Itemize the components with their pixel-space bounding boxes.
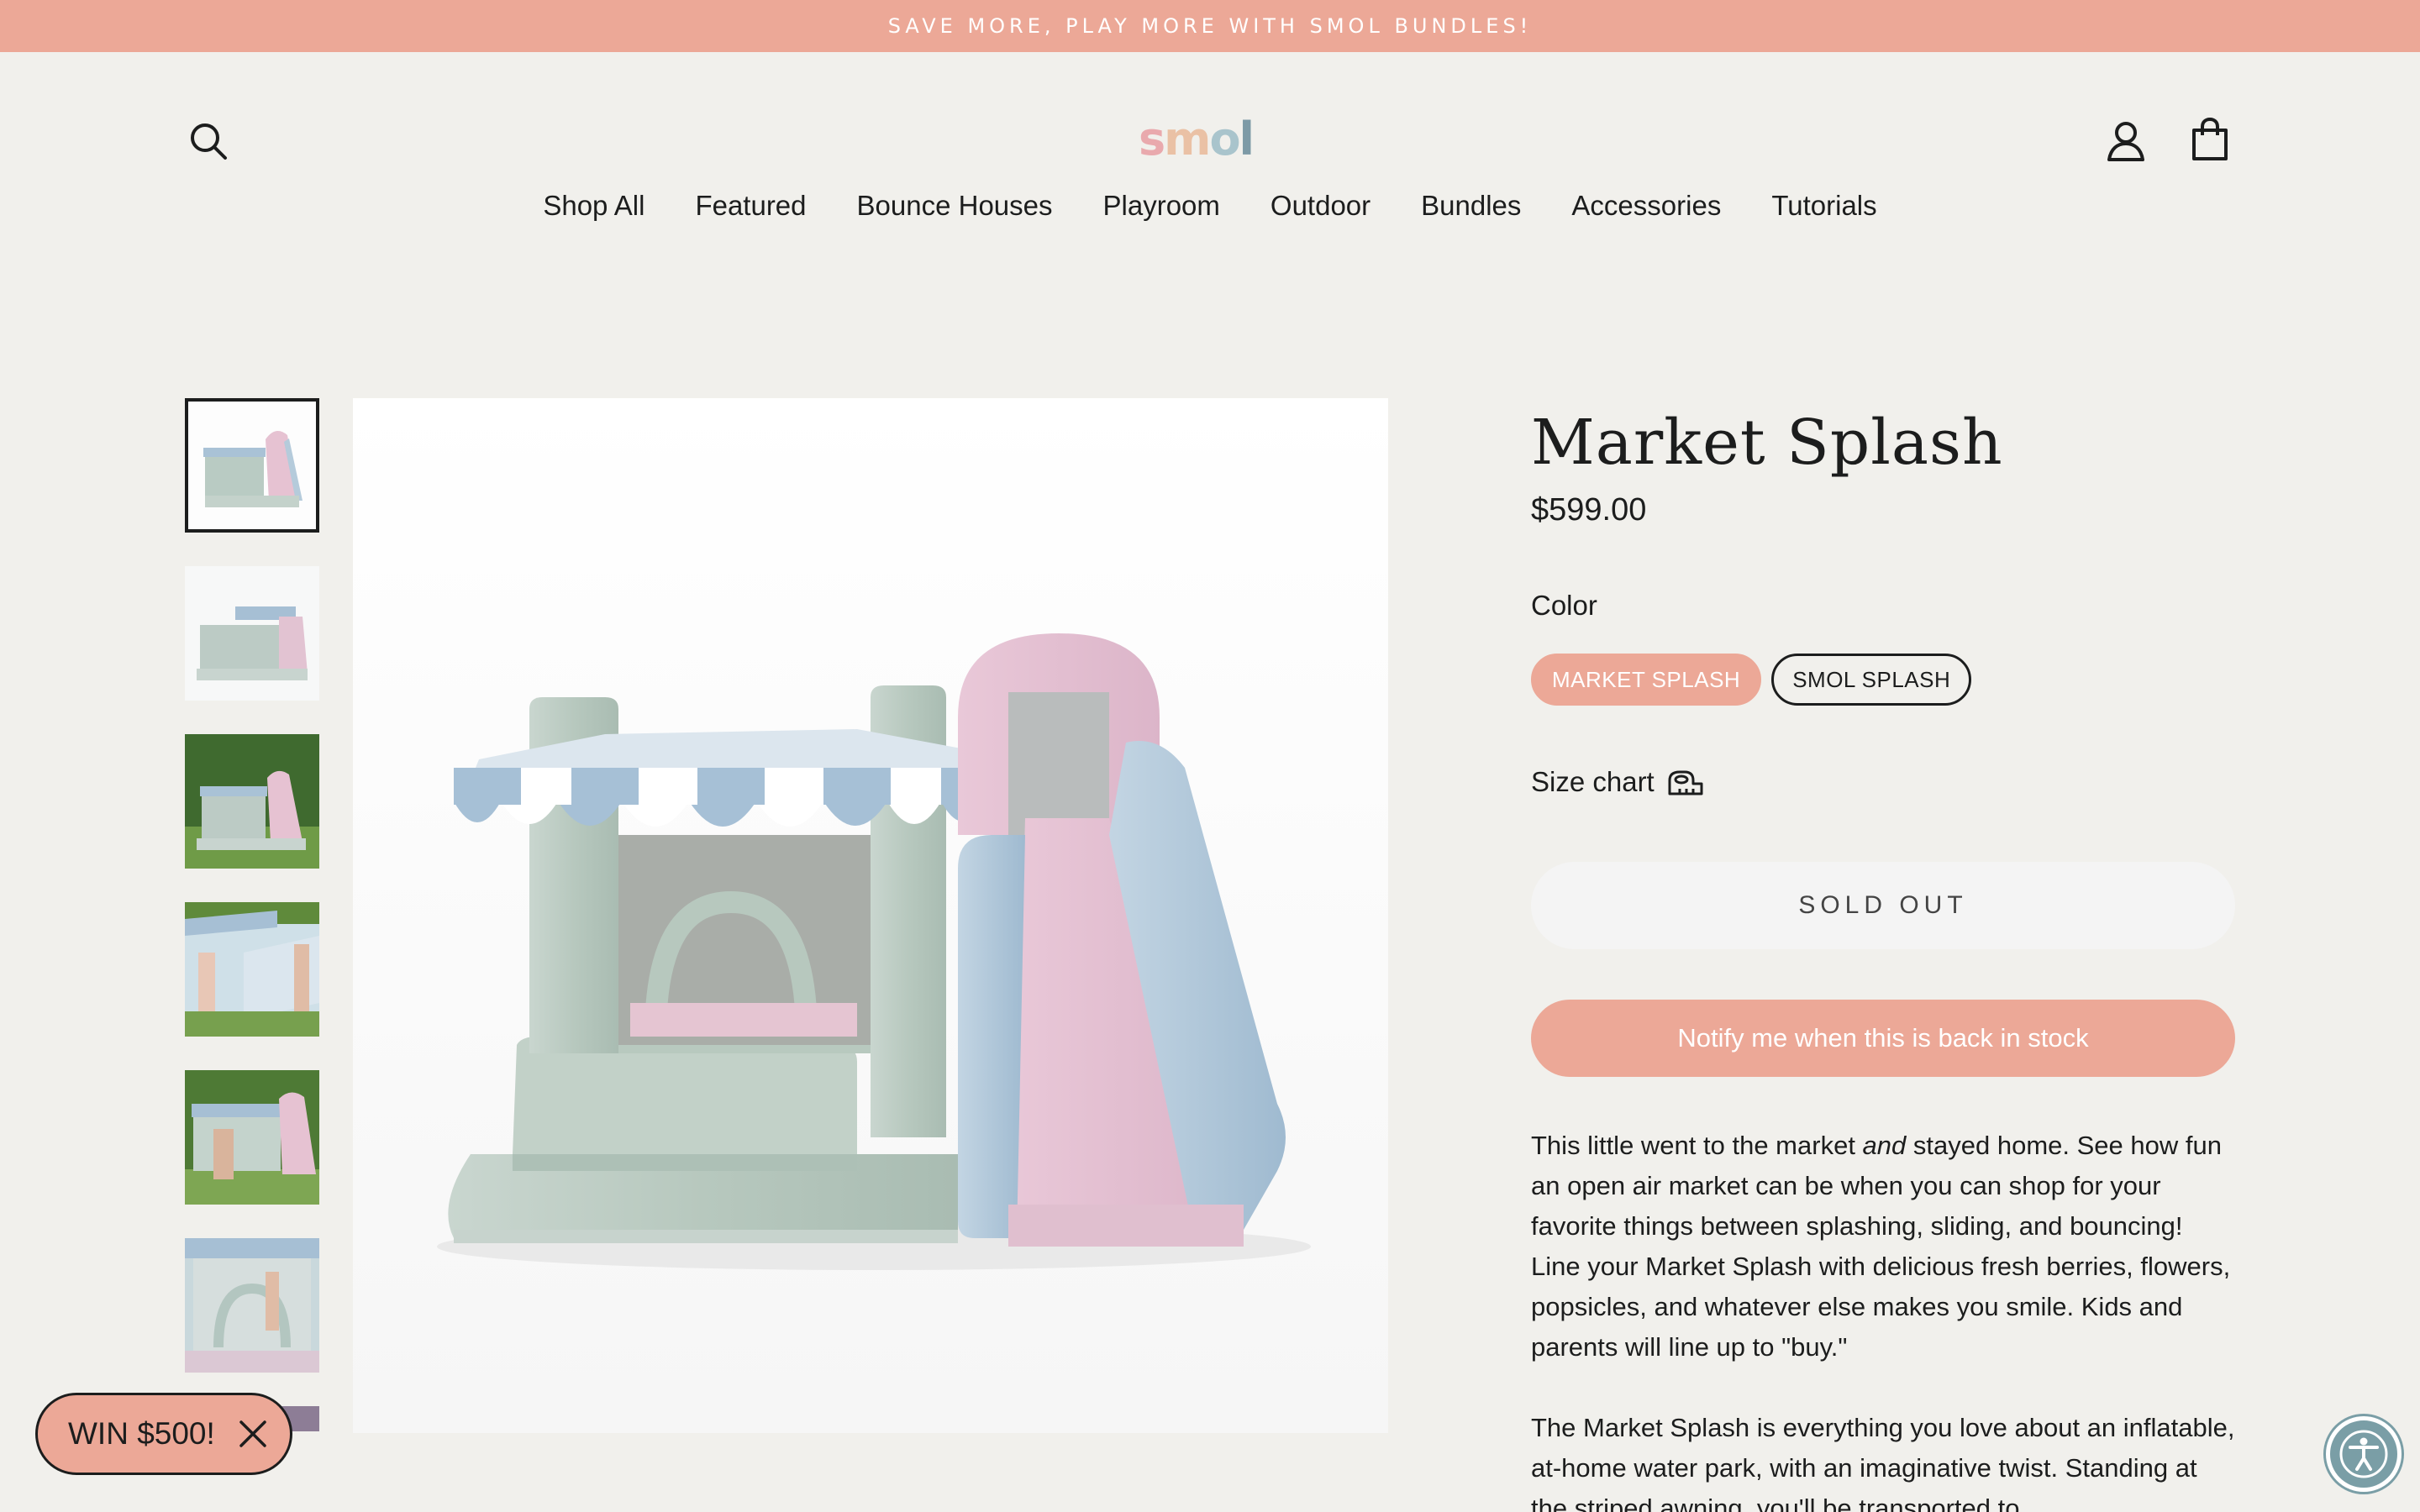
nav-item-featured[interactable]: Featured — [670, 190, 831, 222]
size-chart-link[interactable]: Size chart — [1531, 766, 1705, 798]
product-thumbnail[interactable] — [185, 734, 319, 869]
product-main-image[interactable] — [353, 398, 1388, 1433]
announcement-text: SAVE MORE, PLAY MORE WITH SMOL BUNDLES! — [887, 14, 1533, 38]
notify-back-in-stock-button[interactable]: Notify me when this is back in stock — [1531, 1000, 2235, 1077]
product-title: Market Splash — [1531, 407, 2003, 479]
description-paragraph: This little went to the market and staye… — [1531, 1131, 2231, 1362]
account-button[interactable] — [2101, 116, 2151, 166]
account-icon — [2107, 122, 2144, 161]
search-button[interactable] — [185, 118, 232, 165]
product-thumbnail[interactable] — [185, 902, 319, 1037]
main-navigation: Shop All Featured Bounce Houses Playroom… — [0, 190, 2420, 222]
ruler-icon — [1668, 770, 1703, 795]
color-option-smol-splash[interactable]: SMOL SPLASH — [1771, 654, 1972, 706]
close-icon[interactable] — [239, 1420, 267, 1448]
color-options: MARKET SPLASH SMOL SPLASH — [1531, 654, 1972, 706]
nav-item-shop-all[interactable]: Shop All — [518, 190, 670, 222]
color-option-market-splash[interactable]: MARKET SPLASH — [1531, 654, 1762, 706]
sold-out-button: SOLD OUT — [1531, 862, 2235, 949]
nav-item-outdoor[interactable]: Outdoor — [1245, 190, 1396, 222]
product-thumbnail[interactable] — [185, 1070, 319, 1205]
accessibility-button[interactable] — [2326, 1416, 2402, 1492]
win-promo-label[interactable]: WIN $500! — [68, 1416, 215, 1452]
logo-letter: o — [1209, 113, 1240, 165]
thumbnail-list — [185, 398, 319, 1431]
logo-letter: s — [1139, 113, 1165, 165]
cart-icon — [2192, 117, 2228, 160]
search-icon — [191, 123, 227, 160]
nav-item-playroom[interactable]: Playroom — [1078, 190, 1245, 222]
product-description: This little went to the market and staye… — [1531, 1126, 2235, 1512]
description-paragraph: The Market Splash is everything you love… — [1531, 1413, 2235, 1512]
cart-button[interactable] — [2185, 113, 2235, 166]
nav-item-accessories[interactable]: Accessories — [1546, 190, 1746, 222]
logo-letter: m — [1164, 113, 1211, 165]
color-label: Color — [1531, 590, 1597, 621]
product-thumbnail[interactable] — [185, 1238, 319, 1373]
product-price: $599.00 — [1531, 492, 1647, 528]
nav-item-tutorials[interactable]: Tutorials — [1746, 190, 1902, 222]
product-thumbnail[interactable] — [185, 566, 319, 701]
size-chart-label: Size chart — [1531, 766, 1655, 797]
win-promo-badge: WIN $500! — [35, 1393, 292, 1475]
nav-item-bundles[interactable]: Bundles — [1396, 190, 1546, 222]
nav-item-bounce-houses[interactable]: Bounce Houses — [832, 190, 1078, 222]
accessibility-icon — [2339, 1430, 2388, 1478]
announcement-bar: SAVE MORE, PLAY MORE WITH SMOL BUNDLES! — [0, 0, 2420, 52]
site-logo[interactable]: s m o l — [1139, 113, 1281, 165]
product-thumbnail[interactable] — [185, 398, 319, 533]
logo-letter: l — [1239, 113, 1255, 165]
